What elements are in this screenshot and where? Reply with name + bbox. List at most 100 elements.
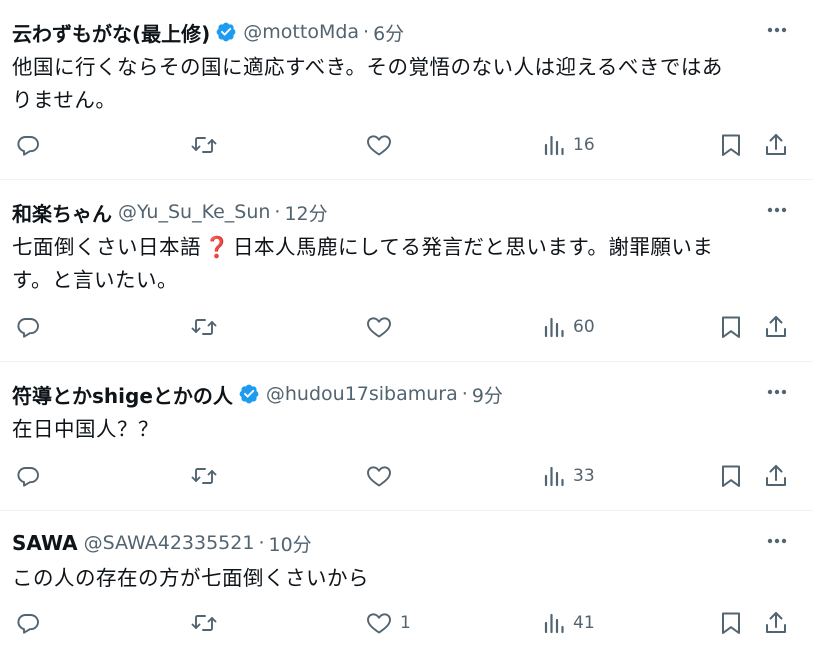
retweet-button[interactable] bbox=[191, 130, 217, 160]
views-button[interactable]: 60 bbox=[543, 312, 595, 342]
bookmark-button[interactable] bbox=[720, 130, 742, 160]
like-count: 1 bbox=[400, 613, 411, 633]
tweet-text-line: す。と言いたい。 bbox=[12, 268, 178, 292]
like-button[interactable] bbox=[366, 461, 400, 491]
view-count: 60 bbox=[573, 317, 595, 337]
user-handle[interactable]: @hudou17sibamura bbox=[266, 383, 458, 405]
tweet[interactable]: SAWA @SAWA42335521 · 10分 この人の存在の方が七面倒くさい… bbox=[0, 511, 813, 654]
display-name[interactable]: 和楽ちゃん bbox=[12, 198, 112, 227]
share-icon bbox=[766, 612, 786, 633]
tweet-text: 七面倒くさい日本語 ❓ 日本人馬鹿にしてる発言だと思います。謝罪願いま す。と言いた… bbox=[12, 231, 787, 297]
display-name[interactable]: SAWA bbox=[12, 531, 78, 555]
retweet-button[interactable] bbox=[191, 312, 217, 342]
bookmark-button[interactable] bbox=[720, 461, 742, 491]
separator-dot: · bbox=[461, 383, 468, 405]
action-bar: 33 bbox=[0, 461, 813, 491]
question-emoji: ❓ bbox=[204, 235, 231, 259]
retweet-icon bbox=[191, 319, 217, 335]
views-chart-icon bbox=[544, 135, 564, 156]
reply-icon bbox=[17, 136, 39, 156]
share-button[interactable] bbox=[764, 461, 788, 491]
views-chart-icon bbox=[544, 466, 564, 487]
tweet-text-line: 在日中国人？？ bbox=[12, 417, 159, 441]
share-icon bbox=[766, 316, 786, 337]
reply-icon bbox=[17, 614, 39, 634]
heart-icon bbox=[367, 135, 391, 156]
tweet[interactable]: 符導とかshigeとかの人 @hudou17sibamura · 9分 在日中国… bbox=[0, 362, 813, 511]
tweet-text-line: 他国に行くならその国に適応すべき。その覚悟のない人は迎えるべきではあ bbox=[12, 55, 723, 79]
like-button[interactable] bbox=[366, 130, 400, 160]
heart-icon bbox=[367, 613, 391, 634]
views-chart-icon bbox=[544, 317, 564, 338]
reply-icon bbox=[17, 467, 39, 487]
separator-dot: · bbox=[274, 201, 281, 223]
tweet-text: 在日中国人？？ bbox=[12, 413, 787, 446]
bookmark-button[interactable] bbox=[720, 608, 742, 638]
separator-dot: · bbox=[363, 21, 370, 43]
share-icon bbox=[766, 465, 786, 486]
share-button[interactable] bbox=[764, 608, 788, 638]
verified-badge-icon bbox=[238, 383, 260, 405]
tweet-text-line: 日本人馬鹿にしてる発言だと思います。謝罪願いま bbox=[233, 235, 714, 259]
tweet-text-line: この人の存在の方が七面倒くさいから bbox=[12, 566, 369, 590]
bookmark-icon bbox=[722, 465, 740, 487]
share-icon bbox=[766, 134, 786, 155]
heart-icon bbox=[367, 466, 391, 487]
bookmark-icon bbox=[722, 134, 740, 156]
reply-feed: 云わずもがな(最上修) @mottoMda · 6分 他国に行くならその国に適応… bbox=[0, 0, 813, 654]
reply-button[interactable] bbox=[16, 608, 40, 638]
view-count: 16 bbox=[573, 135, 595, 155]
verified-badge-icon bbox=[215, 21, 237, 43]
views-button[interactable]: 16 bbox=[543, 130, 595, 160]
views-button[interactable]: 41 bbox=[543, 608, 595, 638]
tweet[interactable]: 云わずもがな(最上修) @mottoMda · 6分 他国に行くならその国に適応… bbox=[0, 0, 813, 180]
share-button[interactable] bbox=[764, 130, 788, 160]
view-count: 41 bbox=[573, 613, 595, 633]
user-handle[interactable]: @Yu_Su_Ke_Sun bbox=[118, 201, 270, 223]
views-button[interactable]: 33 bbox=[543, 461, 595, 491]
tweet-text-line: 七面倒くさい日本語 bbox=[12, 235, 201, 259]
tweet-header: 和楽ちゃん @Yu_Su_Ke_Sun · 12分 bbox=[12, 198, 328, 226]
timestamp[interactable]: 12分 bbox=[284, 199, 327, 226]
display-name[interactable]: 云わずもがな(最上修) bbox=[12, 18, 210, 47]
timestamp[interactable]: 6分 bbox=[373, 19, 404, 46]
tweet-text: 他国に行くならその国に適応すべき。その覚悟のない人は迎えるべきではあ りません。 bbox=[12, 51, 787, 117]
display-name[interactable]: 符導とかshigeとかの人 bbox=[12, 380, 233, 409]
user-handle[interactable]: @mottoMda bbox=[243, 21, 359, 43]
more-dots-icon[interactable] bbox=[765, 18, 789, 42]
action-bar: 60 bbox=[0, 312, 813, 342]
bookmark-icon bbox=[722, 612, 740, 634]
reply-button[interactable] bbox=[16, 130, 40, 160]
retweet-button[interactable] bbox=[191, 461, 217, 491]
retweet-icon bbox=[191, 615, 217, 631]
bookmark-button[interactable] bbox=[720, 312, 742, 342]
more-dots-icon[interactable] bbox=[765, 198, 789, 222]
separator-dot: · bbox=[258, 532, 265, 554]
like-button[interactable] bbox=[366, 312, 400, 342]
tweet-text-line: りません。 bbox=[12, 88, 117, 112]
views-chart-icon bbox=[544, 613, 564, 634]
like-button[interactable]: 1 bbox=[366, 608, 411, 638]
retweet-button[interactable] bbox=[191, 608, 217, 638]
tweet-header: 符導とかshigeとかの人 @hudou17sibamura · 9分 bbox=[12, 380, 503, 408]
action-bar: 16 bbox=[0, 130, 813, 160]
tweet-header: 云わずもがな(最上修) @mottoMda · 6分 bbox=[12, 18, 404, 46]
share-button[interactable] bbox=[764, 312, 788, 342]
bookmark-icon bbox=[722, 316, 740, 338]
view-count: 33 bbox=[573, 466, 595, 486]
more-dots-icon[interactable] bbox=[765, 529, 789, 553]
tweet-header: SAWA @SAWA42335521 · 10分 bbox=[12, 529, 312, 557]
retweet-icon bbox=[191, 137, 217, 153]
timestamp[interactable]: 10分 bbox=[269, 530, 312, 557]
reply-icon bbox=[17, 318, 39, 338]
timestamp[interactable]: 9分 bbox=[472, 381, 503, 408]
retweet-icon bbox=[191, 468, 217, 484]
tweet[interactable]: 和楽ちゃん @Yu_Su_Ke_Sun · 12分 七面倒くさい日本語 ❓ 日本人馬… bbox=[0, 180, 813, 362]
tweet-text: この人の存在の方が七面倒くさいから bbox=[12, 562, 787, 595]
more-dots-icon[interactable] bbox=[765, 380, 789, 404]
action-bar: 1 41 bbox=[0, 608, 813, 638]
reply-button[interactable] bbox=[16, 461, 40, 491]
heart-icon bbox=[367, 317, 391, 338]
reply-button[interactable] bbox=[16, 312, 40, 342]
user-handle[interactable]: @SAWA42335521 bbox=[84, 532, 255, 554]
